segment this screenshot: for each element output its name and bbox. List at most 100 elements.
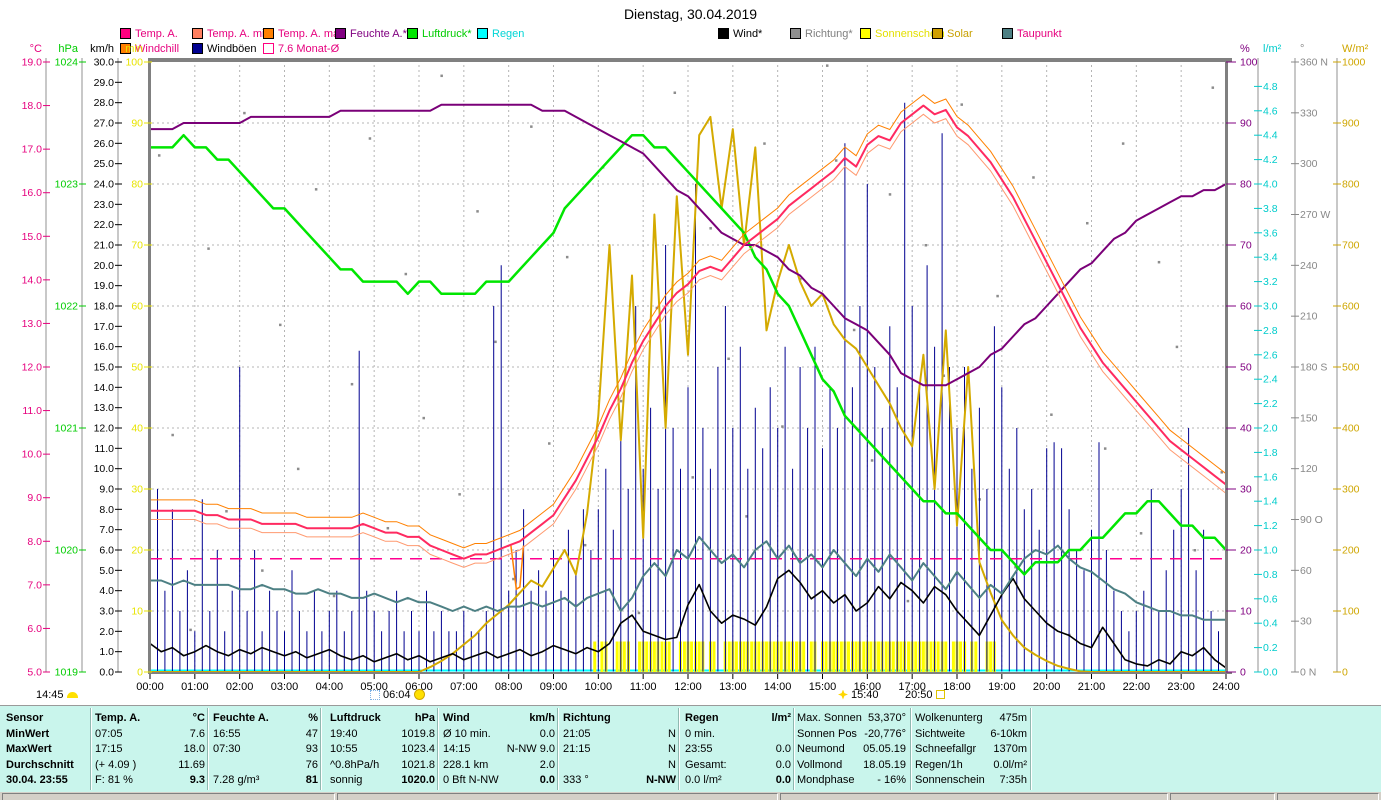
series-sunshine-bar (787, 641, 791, 672)
table-row: Regen/1h 0.0l/m² (915, 757, 1027, 772)
table-row: 23:55 0.0 (685, 742, 791, 757)
table-cell: 19:40 (330, 727, 358, 740)
plot-border-bottom (148, 672, 1232, 674)
section-unit: hPa (414, 711, 435, 724)
axis-tick-label-lm2: 2.6 (1263, 349, 1278, 361)
axis-tick-label-celsius: 15.0 (22, 231, 43, 243)
series-sunshine-bar (772, 641, 776, 672)
series-direction-dot (888, 193, 892, 196)
x-axis-label: 12:00 (674, 681, 702, 693)
series-sunshine-bar (757, 641, 761, 672)
table-value: 0.0 (539, 727, 555, 740)
series-sunshine-bar (862, 641, 866, 672)
axis-tick-label-min: 60 (131, 301, 143, 313)
table-row: Sensor (6, 710, 86, 725)
axis-tick-label-lm2: 1.2 (1263, 520, 1278, 532)
plot-border-top (148, 58, 1232, 62)
table-row: MaxWert (6, 742, 86, 757)
status-bar-segment (780, 793, 1168, 800)
series-sunshine-bar (593, 641, 597, 672)
series-sunshine-bar (622, 641, 626, 672)
axis-tick-label-lm2: 4.4 (1263, 130, 1278, 142)
table-cell: 228.1 km (443, 758, 489, 771)
series-sunshine-bar (839, 641, 843, 672)
axis-unit-hpa: hPa (58, 43, 78, 55)
axis-tick-label-lm2: 1.0 (1263, 545, 1278, 557)
stat-label: Mondphase (797, 774, 855, 786)
axis-tick-label-kmh: 24.0 (94, 179, 115, 191)
series-sunshine-bar (921, 641, 925, 672)
series-sunshine-bar (802, 641, 806, 672)
table-value: 1020.0 (401, 774, 435, 786)
series-direction-dot (691, 476, 694, 479)
axis-tick-label-celsius: 16.0 (22, 187, 43, 199)
axis-tick-label-kmh: 16.0 (94, 341, 115, 353)
series-direction-dot (960, 103, 963, 106)
x-axis-label: 15:00 (809, 681, 837, 693)
axis-tick-label-kmh: 25.0 (94, 158, 115, 170)
moon-flower-icon (838, 689, 848, 700)
axis-tick-label-wm2: 800 (1342, 179, 1360, 191)
table-separator (793, 708, 795, 790)
series-direction-dot (1086, 221, 1089, 225)
axis-tick-label-wm2: 700 (1342, 240, 1360, 252)
x-axis-label: 13:00 (719, 681, 747, 693)
status-bar-segment (1170, 793, 1275, 800)
table-separator (437, 708, 439, 790)
x-axis-label: 21:00 (1078, 681, 1106, 693)
axis-tick-label-kmh: 12.0 (94, 423, 115, 435)
row-label: MaxWert (6, 743, 52, 755)
axis-tick-label-lm2: 0.0 (1263, 667, 1278, 679)
table-row: 14:15 N-NW 9.0 (443, 742, 555, 757)
table-cell: 07:30 (213, 743, 241, 755)
axis-tick-label-lm2: 3.8 (1263, 203, 1278, 215)
table-row: 0 Bft N-NW 0.0 (443, 773, 555, 788)
series-sunshine-bar (742, 641, 746, 672)
table-row: 76 (213, 757, 318, 772)
axis-tick-label-min: 30 (131, 484, 143, 496)
series-direction-dot (1032, 176, 1035, 179)
axis-tick-label-celsius: 7.0 (27, 579, 42, 591)
table-value: 2.0 (539, 758, 555, 771)
series-sunshine-bar (660, 641, 664, 672)
table-row: Regen l/m² (685, 710, 791, 725)
series-direction-dot (207, 247, 210, 250)
axis-tick-label-lm2: 2.8 (1263, 325, 1278, 337)
axis-tick-label-lm2: 2.0 (1263, 423, 1278, 435)
sunset-time-label: 20:50 (905, 688, 933, 701)
axis-tick-label-kmh: 10.0 (94, 463, 115, 475)
axis-tick-label-wm2: 900 (1342, 118, 1360, 130)
axis-tick-label-lm2: 4.0 (1263, 179, 1278, 191)
table-row: Wolkenunterg 475m (915, 710, 1027, 725)
table-value: 93 (305, 743, 318, 755)
series-direction-dot (583, 543, 587, 547)
series-sunshine-bar (600, 641, 604, 672)
axis-tick-label-lm2: 3.0 (1263, 301, 1278, 313)
axis-tick-label-min: 40 (131, 423, 143, 435)
axis-tick-label-deg: 90 O (1300, 514, 1323, 526)
series-sunshine-bar (750, 641, 754, 672)
axis-tick-label-kmh: 17.0 (94, 321, 115, 333)
table-cell: 23:55 (685, 743, 713, 755)
stat-value: 475m (999, 711, 1027, 724)
series-sunshine-bar (891, 641, 895, 672)
table-row: Wind km/h (443, 710, 555, 725)
table-row: 07:30 93 (213, 742, 318, 757)
table-row: 07:05 7.6 (95, 726, 205, 741)
section-header: Feuchte A. (213, 711, 269, 724)
axis-tick-label-pct: 40 (1240, 423, 1252, 435)
axis-tick-label-min: 100 (125, 57, 143, 69)
table-row: Durchschnitt (6, 757, 86, 772)
table-cell: 14:15 (443, 743, 471, 755)
series-direction-dot (296, 467, 300, 471)
table-cell: 17:15 (95, 743, 123, 755)
table-row: Temp. A. °C (95, 710, 205, 725)
axis-tick-label-hpa: 1024 (55, 57, 79, 69)
axis-tick-label-hpa: 1019 (55, 667, 79, 679)
series-sunshine-bar (682, 641, 686, 672)
axis-tick-label-hpa: 1023 (55, 179, 79, 191)
sunset-icon (935, 690, 945, 699)
series-sunshine-bar (697, 641, 701, 672)
series-sunshine-bar (638, 641, 642, 672)
axis-tick-label-min: 0 (137, 667, 143, 679)
